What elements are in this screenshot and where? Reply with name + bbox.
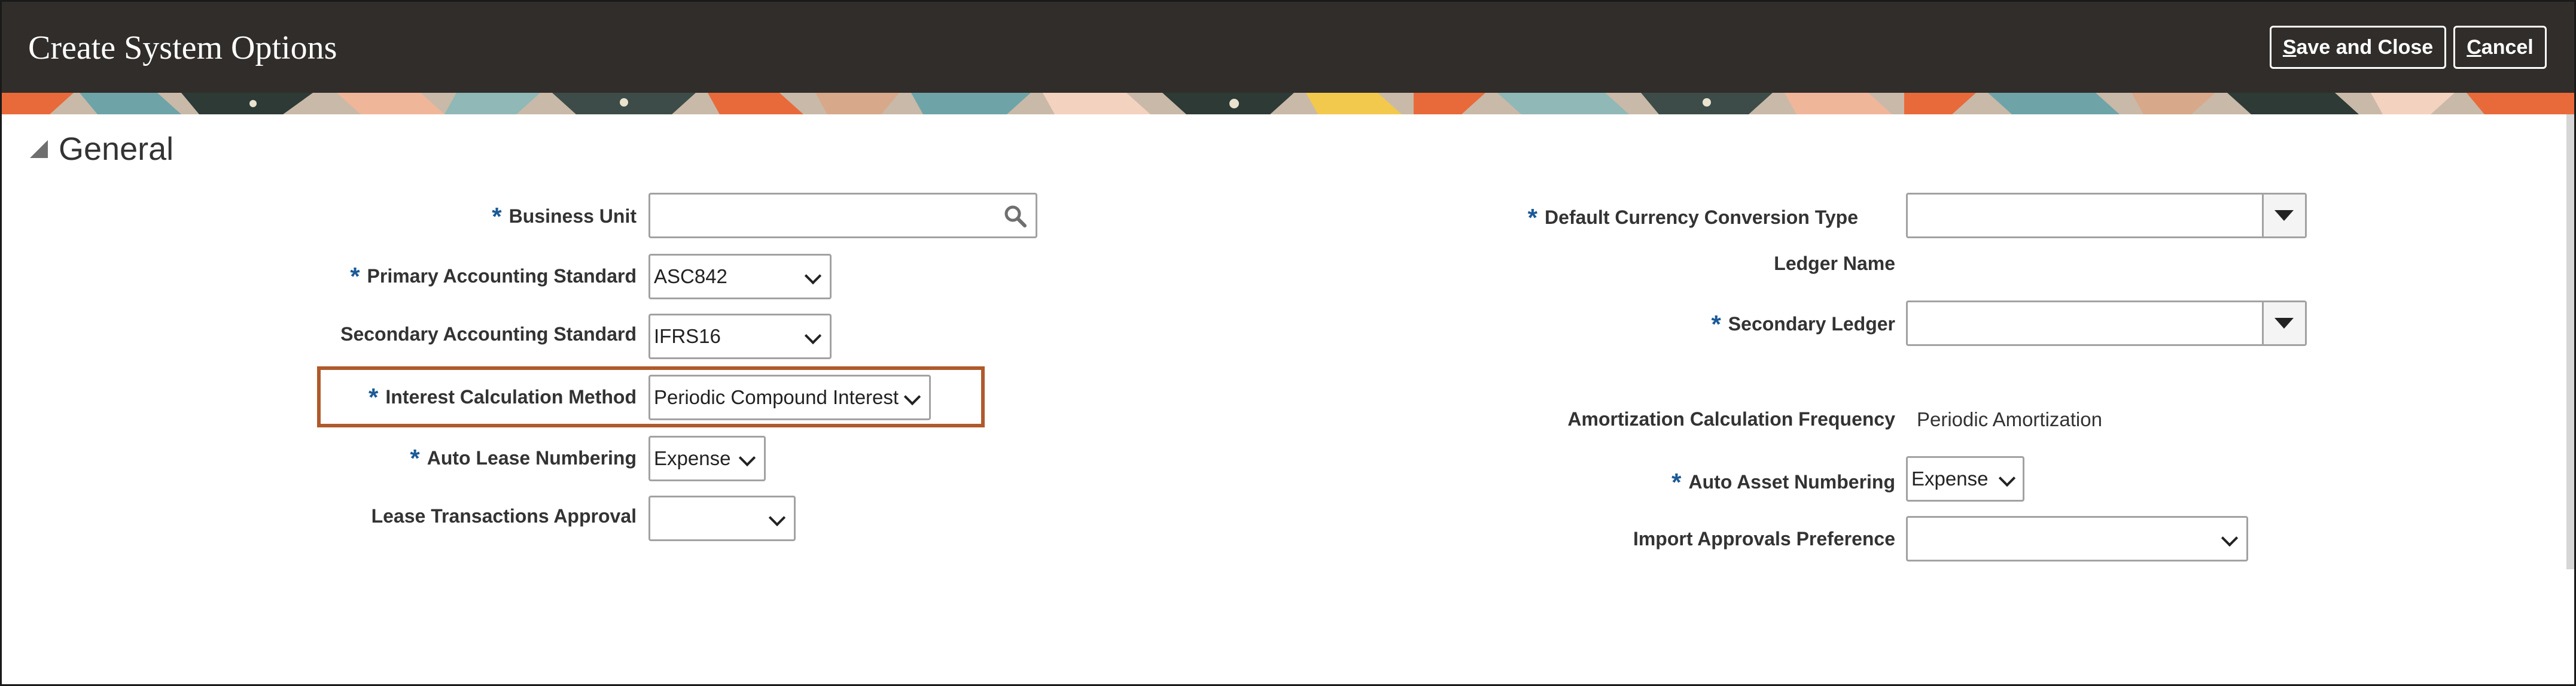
interest-method-select[interactable]: Periodic Compound Interest [648, 375, 931, 420]
business-unit-input[interactable] [648, 193, 1037, 238]
cancel-label: ancel [2481, 36, 2534, 59]
required-mark: * [369, 383, 379, 411]
conversion-type-select[interactable] [1906, 193, 2307, 238]
cancel-accelerator: C [2467, 36, 2481, 59]
auto-lease-numbering-select[interactable]: Expense [648, 436, 766, 481]
required-mark: * [410, 444, 420, 472]
amortization-frequency-label-text: Amortization Calculation Frequency [1567, 408, 1895, 430]
collapse-triangle-icon[interactable] [30, 140, 48, 158]
auto-lease-numbering-label: * Auto Lease Numbering [410, 444, 637, 473]
lease-approval-select[interactable] [648, 496, 796, 541]
save-accelerator: S [2282, 36, 2297, 59]
interest-method-label: * Interest Calculation Method [369, 383, 637, 412]
secondary-ledger-label-text: Secondary Ledger [1728, 313, 1895, 335]
secondary-ledger-dropdown-button[interactable] [2262, 302, 2305, 344]
import-approvals-select[interactable] [1906, 516, 2248, 561]
auto-lease-numbering-label-text: Auto Lease Numbering [427, 447, 637, 469]
chevron-down-icon [768, 509, 786, 527]
required-mark: * [1671, 468, 1682, 496]
required-mark: * [350, 262, 360, 290]
chevron-down-icon [738, 449, 756, 467]
save-label: ave and Close [2296, 36, 2434, 59]
chevron-down-icon [804, 327, 822, 345]
page-title: Create System Options [28, 29, 337, 66]
banner-pattern [2, 93, 2574, 114]
ledger-name-label-text: Ledger Name [1774, 253, 1895, 274]
auto-asset-numbering-label: * Auto Asset Numbering [1671, 468, 1895, 497]
secondary-standard-select[interactable]: IFRS16 [648, 314, 832, 359]
chevron-down-icon [903, 388, 921, 406]
page-header: Create System Options Save and Close Can… [2, 2, 2574, 93]
triangle-down-icon [2274, 318, 2294, 329]
secondary-ledger-select[interactable] [1906, 300, 2307, 346]
vertical-scrollbar[interactable] [2566, 114, 2574, 569]
section-title-general: General [59, 131, 174, 167]
cancel-button[interactable]: Cancel [2453, 26, 2547, 69]
chevron-down-icon [2221, 529, 2239, 547]
decorative-banner [2, 93, 2574, 114]
lease-approval-label-text: Lease Transactions Approval [371, 505, 637, 527]
conversion-type-label-text: Default Currency Conversion Type [1545, 207, 1858, 228]
required-mark: * [1527, 204, 1538, 232]
required-mark: * [492, 202, 502, 230]
primary-standard-select[interactable]: ASC842 [648, 254, 832, 299]
lease-approval-label: Lease Transactions Approval [372, 505, 637, 527]
triangle-down-icon [2274, 210, 2294, 221]
auto-asset-numbering-value: Expense [1911, 468, 1989, 490]
conversion-type-label: * Default Currency Conversion Type [1528, 204, 1858, 232]
secondary-standard-value: IFRS16 [654, 325, 721, 347]
interest-method-value: Periodic Compound Interest [654, 386, 899, 408]
amortization-frequency-label: Amortization Calculation Frequency [1567, 408, 1895, 430]
required-mark: * [1711, 310, 1721, 338]
secondary-standard-label: Secondary Accounting Standard [340, 323, 637, 345]
conversion-type-dropdown-button[interactable] [2262, 195, 2305, 236]
ledger-name-label: Ledger Name [1774, 253, 1895, 275]
secondary-ledger-label: * Secondary Ledger [1711, 310, 1895, 339]
auto-asset-numbering-select[interactable]: Expense [1906, 456, 2024, 502]
primary-standard-label: * Primary Accounting Standard [350, 262, 637, 291]
import-approvals-label: Import Approvals Preference [1633, 528, 1895, 550]
chevron-down-icon [804, 267, 822, 285]
chevron-down-icon [1998, 469, 2016, 487]
primary-standard-label-text: Primary Accounting Standard [367, 265, 637, 287]
auto-asset-numbering-label-text: Auto Asset Numbering [1688, 471, 1896, 493]
amortization-frequency-value: Periodic Amortization [1917, 408, 2102, 430]
search-icon[interactable] [1003, 204, 1027, 228]
import-approvals-label-text: Import Approvals Preference [1633, 528, 1895, 550]
interest-method-label-text: Interest Calculation Method [385, 386, 637, 408]
save-and-close-button[interactable]: Save and Close [2270, 26, 2446, 69]
business-unit-label: * Business Unit [492, 202, 637, 231]
primary-standard-value: ASC842 [654, 265, 727, 287]
auto-lease-numbering-value: Expense [654, 447, 731, 469]
secondary-standard-label-text: Secondary Accounting Standard [340, 323, 637, 345]
business-unit-label-text: Business Unit [508, 205, 637, 227]
